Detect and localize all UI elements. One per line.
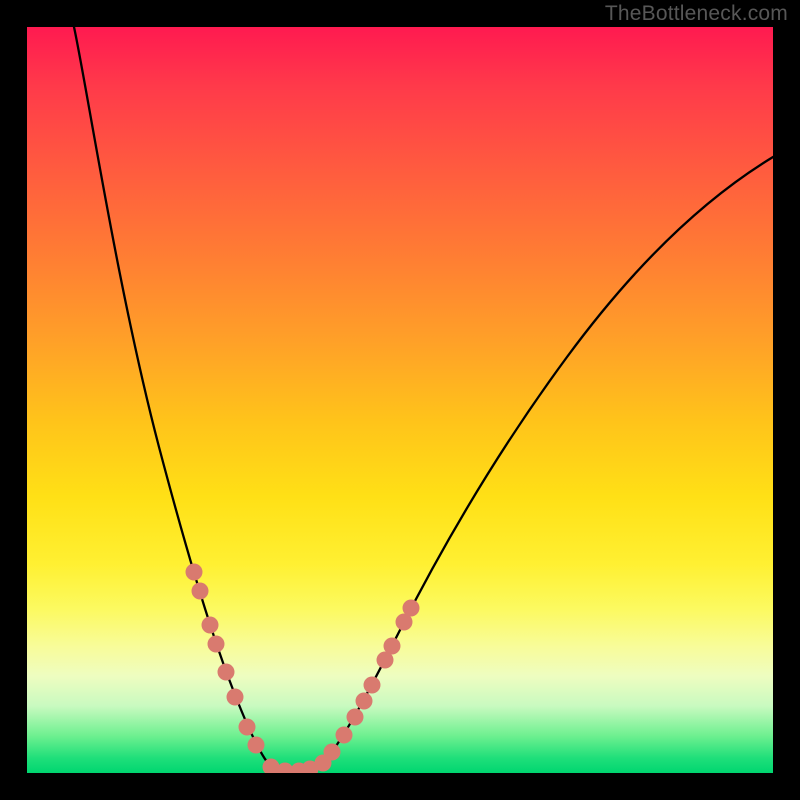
data-dot [248, 737, 265, 754]
data-dot [186, 564, 203, 581]
data-dot [218, 664, 235, 681]
data-dot [384, 638, 401, 655]
plot-area [27, 27, 773, 773]
data-dot [202, 617, 219, 634]
data-dot [364, 677, 381, 694]
watermark-text: TheBottleneck.com [605, 2, 788, 26]
data-dot [227, 689, 244, 706]
data-dot [208, 636, 225, 653]
data-dot [192, 583, 209, 600]
chart-frame: TheBottleneck.com [0, 0, 800, 800]
curve-layer [27, 27, 773, 773]
data-dot [336, 727, 353, 744]
data-dot [239, 719, 256, 736]
data-dot [403, 600, 420, 617]
data-dot [356, 693, 373, 710]
series-left-curve [74, 27, 285, 773]
data-dot [347, 709, 364, 726]
data-dot [324, 744, 341, 761]
